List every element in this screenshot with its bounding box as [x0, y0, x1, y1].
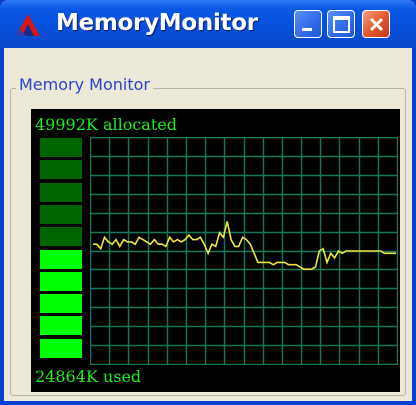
minimize-button[interactable]: [294, 10, 322, 38]
maximize-button[interactable]: [327, 10, 355, 38]
meter-segment: [40, 138, 82, 157]
meter-segment: [40, 160, 82, 180]
close-button[interactable]: [362, 10, 390, 38]
meter-segment: [40, 182, 82, 202]
meter-segment: [40, 338, 82, 358]
meter-segment: [40, 271, 82, 291]
used-label: 24864K used: [35, 367, 142, 386]
meter-segment: [40, 249, 82, 269]
meter-segment: [40, 204, 82, 224]
title-bar[interactable]: MemoryMonitor: [0, 0, 416, 48]
maximize-icon: [333, 16, 350, 33]
minimize-icon: [302, 28, 312, 31]
memory-monitor-window: MemoryMonitor Memory Monitor 49992K allo…: [0, 0, 416, 405]
group-label: Memory Monitor: [16, 75, 153, 94]
usage-bar-meter: [40, 138, 82, 360]
app-logo-icon[interactable]: [14, 12, 44, 38]
memory-monitor-panel: 49992K allocated 24864K used: [31, 109, 400, 392]
close-icon: [369, 17, 384, 32]
window-title: MemoryMonitor: [56, 10, 258, 36]
allocated-label: 49992K allocated: [35, 115, 177, 134]
meter-segment: [40, 294, 82, 314]
meter-segment: [40, 316, 82, 336]
memory-history-graph: [90, 137, 398, 365]
meter-segment: [40, 227, 82, 247]
